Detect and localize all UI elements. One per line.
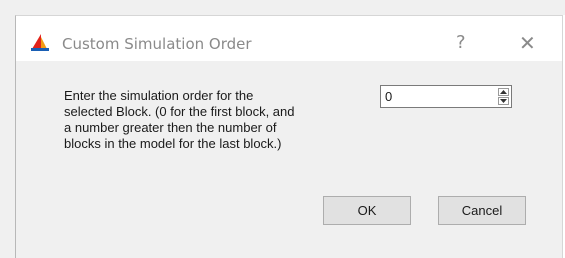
message-line: Enter the simulation order for the	[64, 88, 254, 103]
dialog-title: Custom Simulation Order	[62, 35, 252, 53]
spin-down-arrow-icon[interactable]	[498, 97, 509, 105]
cancel-button[interactable]: Cancel	[438, 196, 526, 225]
help-icon[interactable]: ?	[456, 32, 466, 53]
simulation-order-value[interactable]: 0	[385, 89, 392, 104]
simulation-order-spinbox[interactable]: 0	[380, 85, 512, 108]
custom-simulation-order-dialog: Custom Simulation Order ? ✕ Enter the si…	[15, 15, 563, 258]
message-line: selected Block. (0 for the first block, …	[64, 104, 295, 119]
dialog-message: Enter the simulation order for the selec…	[64, 88, 364, 152]
background-frame-left	[0, 15, 15, 258]
background-frame-top	[0, 0, 565, 15]
app-logo-icon	[30, 33, 50, 51]
spin-up-arrow-icon[interactable]	[498, 88, 509, 96]
dialog-titlebar: Custom Simulation Order ? ✕	[16, 16, 562, 61]
ok-button[interactable]: OK	[323, 196, 411, 225]
message-line: blocks in the model for the last block.)	[64, 136, 282, 151]
close-icon[interactable]: ✕	[519, 31, 536, 55]
message-line: a number greater then the number of	[64, 120, 277, 135]
